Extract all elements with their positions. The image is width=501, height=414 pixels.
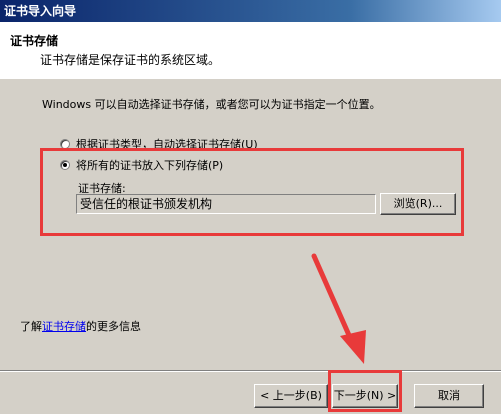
- annotation-arrow-icon: [311, 253, 366, 364]
- window-title: 证书导入向导: [4, 4, 77, 18]
- footer-separator: [0, 370, 501, 372]
- header-subtitle: 证书存储是保存证书的系统区域。: [40, 53, 221, 67]
- header-divider: [0, 78, 501, 79]
- certificate-import-wizard-window: 证书导入向导 证书存储 证书存储是保存证书的系统区域。 Windows 可以自动…: [0, 0, 501, 414]
- description-text: Windows 可以自动选择证书存储，或者您可以为证书指定一个位置。: [42, 98, 381, 111]
- window-titlebar: 证书导入向导: [0, 0, 501, 22]
- annotation-highlight-next: [328, 370, 402, 412]
- more-info-suffix: 的更多信息: [86, 320, 141, 333]
- header-title: 证书存储: [10, 34, 59, 48]
- more-info-text: 了解证书存储的更多信息: [20, 318, 141, 334]
- wizard-header: 证书存储 证书存储是保存证书的系统区域。: [0, 22, 501, 79]
- cancel-button[interactable]: 取消: [414, 384, 484, 408]
- more-info-link[interactable]: 证书存储: [42, 320, 86, 333]
- back-button[interactable]: < 上一步(B): [254, 384, 328, 408]
- annotation-highlight-store: [40, 148, 464, 236]
- more-info-prefix: 了解: [20, 320, 42, 333]
